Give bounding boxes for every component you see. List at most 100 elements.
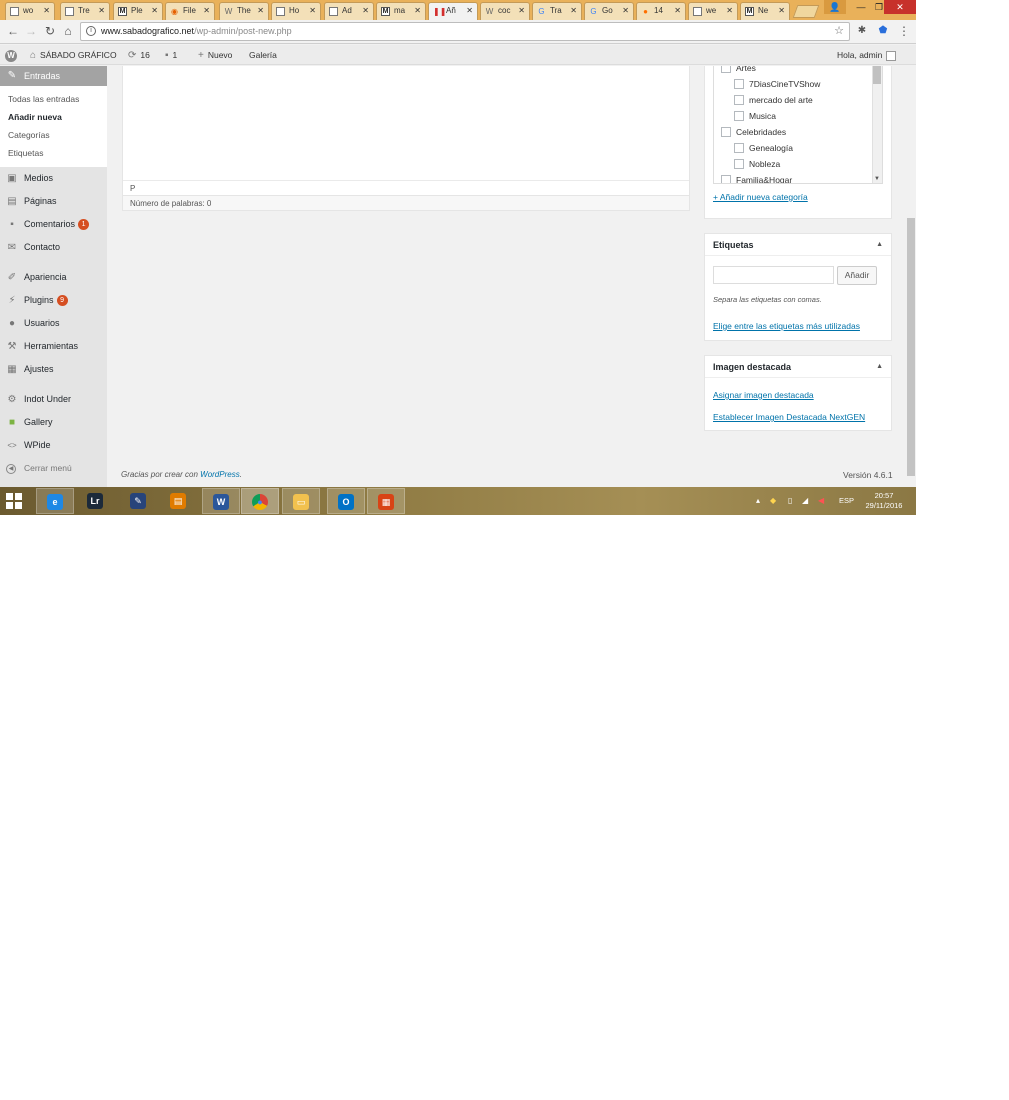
category-checkbox[interactable]: [734, 78, 744, 89]
browser-tab[interactable]: Tre ✕: [60, 2, 110, 20]
category-checkbox[interactable]: [721, 66, 731, 73]
menu-item[interactable]: ● Usuarios: [0, 312, 107, 335]
category-item[interactable]: mercado del arte: [734, 94, 813, 106]
page-scrollbar[interactable]: [906, 66, 916, 487]
battery-icon[interactable]: ▯: [788, 487, 792, 515]
tab-close-icon[interactable]: ✕: [203, 3, 210, 19]
tab-close-icon[interactable]: ✕: [151, 3, 158, 19]
submenu-item[interactable]: Todas las entradas: [0, 90, 107, 108]
toggle-up-icon[interactable]: ▲: [876, 234, 883, 256]
tab-close-icon[interactable]: ✕: [570, 3, 577, 19]
app-feather-taskbar-button[interactable]: ✎: [119, 488, 157, 514]
internet-explorer-taskbar-button[interactable]: e: [36, 488, 74, 514]
category-item[interactable]: Musica: [734, 110, 776, 122]
word-taskbar-button[interactable]: W: [202, 488, 240, 514]
back-icon[interactable]: ←: [6, 24, 20, 38]
home-icon[interactable]: ⌂: [61, 24, 75, 38]
clock[interactable]: 20:57 29/11/2016: [862, 491, 906, 511]
forward-icon[interactable]: →: [24, 24, 38, 38]
tags-box-header[interactable]: Etiquetas ▲: [705, 234, 891, 256]
menu-item[interactable]: ▦ Ajustes: [0, 358, 107, 381]
tab-close-icon[interactable]: ✕: [466, 3, 473, 19]
submenu-item[interactable]: Categorías: [0, 126, 107, 144]
browser-tab[interactable]: M Ple ✕: [113, 2, 163, 20]
browser-tab[interactable]: W The ✕: [219, 2, 269, 20]
menu-item[interactable]: ▣ Medios: [0, 167, 107, 190]
category-checkbox[interactable]: [734, 110, 744, 121]
tab-close-icon[interactable]: ✕: [726, 3, 733, 19]
outlook-taskbar-button[interactable]: O: [327, 488, 365, 514]
browser-tab[interactable]: Ho ✕: [271, 2, 321, 20]
featured-box-header[interactable]: Imagen destacada ▲: [705, 356, 891, 378]
category-item[interactable]: Celebridades: [721, 126, 786, 138]
show-hidden-icons[interactable]: ▴: [756, 487, 760, 515]
close-window-button[interactable]: ✕: [884, 0, 916, 14]
tab-close-icon[interactable]: ✕: [674, 3, 681, 19]
wp-logo-icon[interactable]: W: [5, 45, 17, 65]
nextgen-featured-image-link[interactable]: Establecer Imagen Destacada NextGEN: [713, 412, 865, 422]
volume-muted-icon[interactable]: ◀: [818, 487, 824, 515]
lightroom-taskbar-button[interactable]: Lr: [76, 488, 114, 514]
account-menu[interactable]: Hola, admin: [837, 45, 897, 65]
browser-menu-icon[interactable]: ⋮: [897, 24, 911, 38]
menu-item[interactable]: ✉ Contacto: [0, 236, 107, 259]
new-tab-button[interactable]: [792, 5, 820, 18]
category-checkbox[interactable]: [721, 126, 731, 137]
address-bar[interactable]: i www.sabadografico.net/wp-admin/post-ne…: [80, 22, 850, 41]
new-content-link[interactable]: + Nuevo: [198, 45, 232, 65]
tab-close-icon[interactable]: ✕: [362, 3, 369, 19]
app-red-taskbar-button[interactable]: ▦: [367, 488, 405, 514]
updates-link[interactable]: ⟳ 16: [128, 45, 150, 65]
site-name-link[interactable]: ⌂ SÁBADO GRÁFICO: [30, 45, 117, 65]
gallery-link[interactable]: Galería: [249, 45, 277, 65]
category-checkbox[interactable]: [734, 158, 744, 169]
reload-icon[interactable]: ↻: [43, 24, 57, 38]
menu-item[interactable]: ⚡ Plugins 9: [0, 289, 107, 312]
category-checkbox[interactable]: [734, 142, 744, 153]
browser-tab[interactable]: Ad ✕: [324, 2, 374, 20]
tab-close-icon[interactable]: ✕: [43, 3, 50, 19]
extension-pin-icon[interactable]: ⬟: [876, 24, 890, 38]
popular-tags-link[interactable]: Elige entre las etiquetas más utilizadas: [713, 321, 860, 331]
menu-item[interactable]: ⚙ Indot Under: [0, 388, 107, 411]
category-item[interactable]: 7DiasCineTVShow: [734, 78, 820, 90]
browser-tab[interactable]: Mma ✕: [376, 2, 426, 20]
menu-item[interactable]: ■ Gallery: [0, 411, 107, 434]
browser-tab[interactable]: ❚❚ Añ ✕: [428, 2, 478, 20]
scroll-down-icon[interactable]: ▼: [873, 175, 881, 183]
browser-tab[interactable]: Wcoc ✕: [480, 2, 530, 20]
chrome-taskbar-button[interactable]: ●: [241, 488, 279, 514]
browser-tab[interactable]: ◉ File ✕: [165, 2, 215, 20]
tab-close-icon[interactable]: ✕: [98, 3, 105, 19]
browser-tab[interactable]: wo ✕: [5, 2, 55, 20]
comments-link[interactable]: ▪ 1: [165, 45, 177, 65]
page-scroll-thumb[interactable]: [907, 218, 915, 476]
browser-tab[interactable]: we ✕: [688, 2, 738, 20]
category-checkbox[interactable]: [734, 94, 744, 105]
category-item[interactable]: Nobleza: [734, 158, 780, 170]
file-explorer-taskbar-button[interactable]: ▭: [282, 488, 320, 514]
tag-input[interactable]: [713, 266, 834, 284]
menu-item[interactable]: ▪ Comentarios 1: [0, 213, 107, 236]
profile-icon[interactable]: 👤: [824, 0, 846, 14]
tab-close-icon[interactable]: ✕: [778, 3, 785, 19]
category-item[interactable]: Artes: [721, 66, 756, 74]
windows-start-icon[interactable]: [6, 493, 22, 509]
network-icon[interactable]: ◢: [802, 487, 808, 515]
category-scroll-thumb[interactable]: [873, 66, 881, 84]
menu-item[interactable]: ⚒ Herramientas: [0, 335, 107, 358]
browser-tab[interactable]: M Ne ✕: [740, 2, 790, 20]
menu-item[interactable]: ▤ Páginas: [0, 190, 107, 213]
category-checkbox[interactable]: [721, 174, 731, 183]
category-item[interactable]: Familia&Hogar: [721, 174, 792, 183]
language-indicator[interactable]: ESP: [839, 487, 854, 515]
menu-item[interactable]: <> WPide: [0, 434, 107, 457]
wordpress-link[interactable]: WordPress: [200, 470, 240, 479]
post-editor[interactable]: P Número de palabras: 0: [122, 66, 690, 211]
collapse-menu-button[interactable]: ◀ Cerrar menú: [0, 457, 107, 480]
menu-item[interactable]: ✐ Apariencia: [0, 266, 107, 289]
site-info-icon[interactable]: i: [86, 26, 96, 36]
browser-tab[interactable]: G Tra ✕: [532, 2, 582, 20]
category-item[interactable]: Genealogía: [734, 142, 793, 154]
tab-close-icon[interactable]: ✕: [518, 3, 525, 19]
